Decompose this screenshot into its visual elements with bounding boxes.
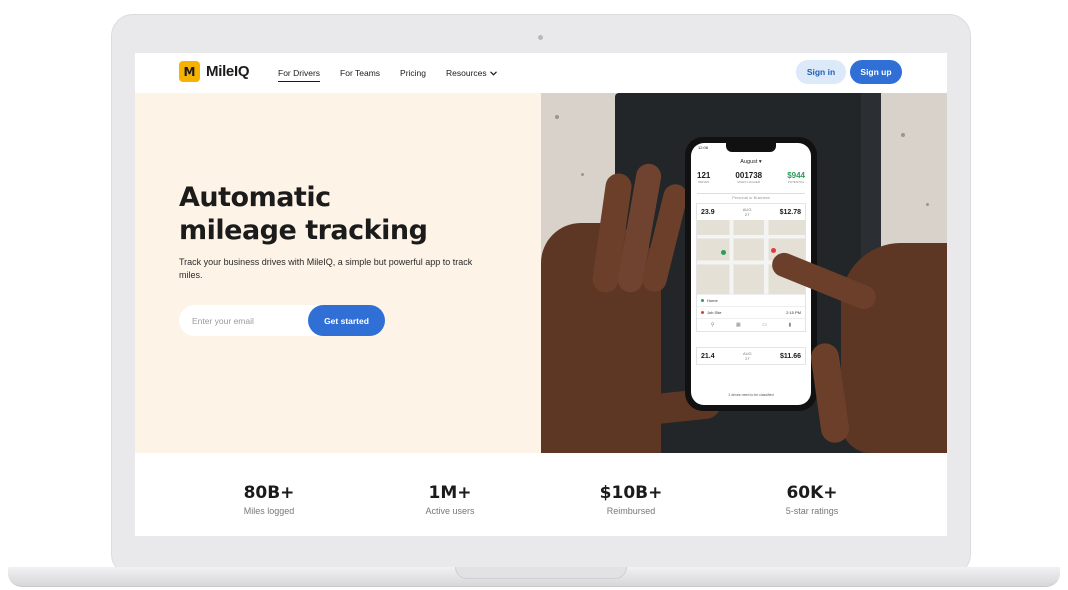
get-started-button[interactable]: Get started (308, 305, 385, 336)
stat-label: Miles logged (243, 506, 295, 516)
stat-label: Active users (425, 506, 475, 516)
drive-day: 27 (745, 356, 750, 361)
location-name: Job Site (707, 310, 722, 315)
hero-photo: 12:08 August ▾ 121 DRIVES 001738 MILES LOG… (541, 93, 947, 453)
stat-active-users: 1M+ Active users (370, 483, 530, 516)
logo-text: MileIQ (206, 63, 250, 80)
phone-toggle-label: Personal or Business (697, 193, 805, 200)
nav-link-label: For Teams (340, 68, 381, 78)
phone-status-time: 12:08 (698, 145, 709, 150)
stat-label: Reimbursed (606, 506, 656, 516)
nav-links: For Drivers For Teams Pricing Resources (278, 53, 517, 93)
phone-stat-label: MILES LOGGED (737, 180, 761, 184)
laptop-notch (455, 567, 627, 579)
phone-month: August ▾ (740, 159, 762, 165)
stat-value: 80B+ (243, 483, 295, 503)
hero-title-line-2: mileage tracking (179, 215, 428, 246)
trash-icon: ▮ (788, 322, 792, 328)
hero-title: Automatic mileage tracking (179, 181, 519, 247)
laptop-screen: M MileIQ For Drivers For Teams Pricing R… (135, 53, 947, 536)
nav-link-resources[interactable]: Resources (446, 53, 497, 93)
drive-miles: 23.9 (701, 208, 715, 216)
nav-link-label: For Drivers (278, 68, 321, 78)
hero-title-line-1: Automatic (179, 182, 331, 213)
location-name: Home (707, 298, 718, 303)
stat-reimbursed: $10B+ Reimbursed (551, 483, 711, 516)
phone-stat-value: 121 (697, 171, 711, 180)
sign-in-button[interactable]: Sign in (796, 60, 846, 84)
chevron-down-icon (489, 70, 497, 76)
calendar-icon: ▦ (735, 322, 741, 328)
phone-footer: 2 drives need to be classified (728, 393, 774, 397)
sign-up-button[interactable]: Sign up (850, 60, 902, 84)
stat-value: 1M+ (428, 483, 472, 503)
nav-link-for-teams[interactable]: For Teams (340, 53, 380, 93)
phone-stat-value: $944 (787, 171, 805, 180)
stat-miles-logged: 80B+ Miles logged (189, 483, 349, 516)
car-icon: ▭ (762, 322, 767, 328)
stat-ratings: 60K+ 5-star ratings (732, 483, 892, 516)
nav-link-for-drivers[interactable]: For Drivers (278, 53, 321, 93)
stat-label: 5-star ratings (785, 506, 839, 516)
drive-amount: $12.78 (779, 208, 801, 216)
drive-amount: $11.66 (779, 352, 801, 360)
stat-value: $10B+ (599, 483, 663, 503)
stat-value: 60K+ (786, 483, 838, 503)
phone-drive-card: 21.4 AUG 27 $11.66 (696, 347, 806, 365)
stats-bar: 80B+ Miles logged 1M+ Active users $10B+… (135, 453, 947, 536)
email-input[interactable]: Enter your email (179, 305, 319, 336)
drive-day: 27 (744, 212, 750, 217)
location-time: 2:15 PM (786, 310, 801, 315)
logo[interactable]: M MileIQ (179, 61, 250, 82)
hero-panel: Automatic mileage tracking Track your bu… (135, 93, 541, 453)
phone-stats: 121 DRIVES 001738 MILES LOGGED $944 POTENTI… (697, 171, 805, 184)
phone-stat-value: 001738 (735, 171, 763, 180)
nav-link-label: Pricing (400, 68, 427, 78)
drive-miles: 21.4 (701, 352, 715, 360)
nav-link-label: Resources (446, 68, 487, 78)
phone-stat-label: DRIVES (698, 180, 710, 184)
mileiq-logo-icon: M (179, 61, 200, 82)
laptop-camera (538, 35, 543, 40)
nav-link-pricing[interactable]: Pricing (400, 53, 426, 93)
pin-icon: ⚲ (710, 322, 715, 328)
phone-stat-label: POTENTIAL (787, 180, 805, 184)
top-nav: M MileIQ For Drivers For Teams Pricing R… (135, 53, 947, 93)
hero-subtitle: Track your business drives with MileIQ, … (179, 257, 473, 280)
